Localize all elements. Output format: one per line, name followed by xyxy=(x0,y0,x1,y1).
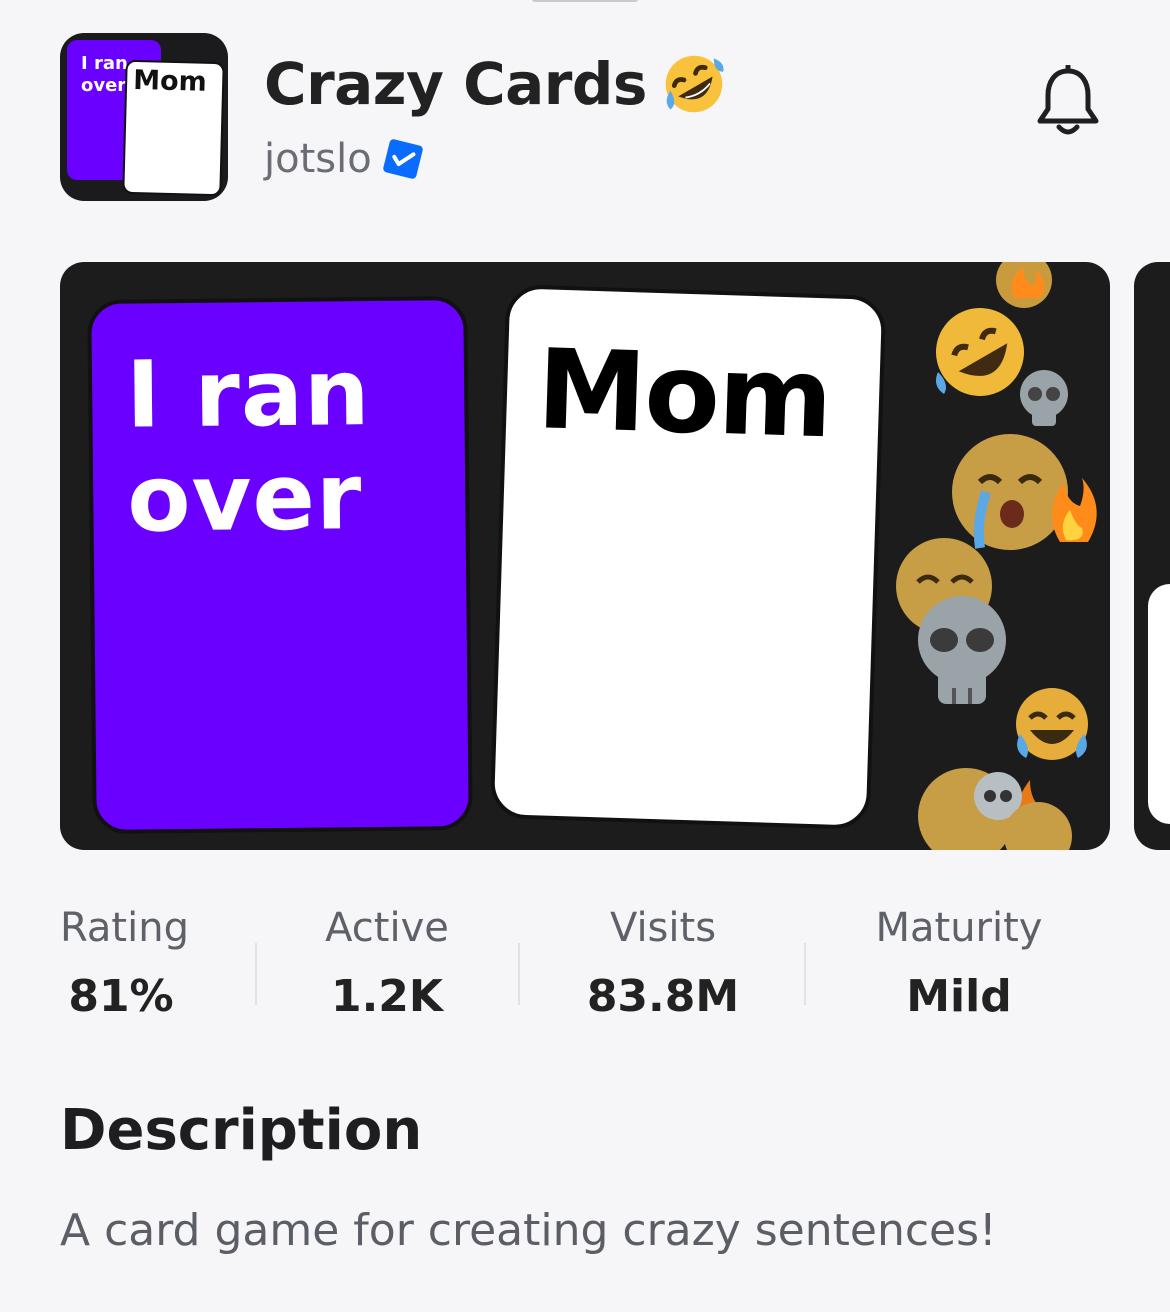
stat-maturity[interactable]: Maturity Mild xyxy=(868,905,1050,1022)
stat-label: Rating xyxy=(60,905,189,951)
stat-value: 83.8M xyxy=(586,971,740,1022)
skull-emoji-icon xyxy=(918,596,1006,704)
verified-badge-icon xyxy=(382,138,424,180)
creator-row[interactable]: jotslo xyxy=(264,136,424,182)
stat-rating: Rating 81% xyxy=(60,905,189,1022)
screenshot-carousel[interactable]: I ran over Mom xyxy=(60,262,1170,850)
stat-divider xyxy=(255,943,257,1005)
stat-value: Mild xyxy=(906,971,1012,1022)
stat-divider xyxy=(518,943,520,1005)
thumbnail-purple-card-text: I ran over xyxy=(125,339,371,553)
game-title-row: Crazy Cards xyxy=(264,50,727,118)
thumbnail-white-card: Mom xyxy=(489,284,887,830)
description-text: A card game for creating crazy sentences… xyxy=(60,1205,997,1256)
thumbnail-white-card-text: Mom xyxy=(535,325,833,463)
bell-icon xyxy=(1037,65,1099,135)
stat-label: Maturity xyxy=(875,905,1043,951)
thumbnail-purple-card: I ran over xyxy=(87,296,473,834)
screenshot-thumbnail[interactable]: I ran over Mom xyxy=(60,262,1110,850)
crying-emoji-icon xyxy=(918,768,1072,850)
description-heading: Description xyxy=(60,1098,423,1163)
creator-name[interactable]: jotslo xyxy=(264,136,372,182)
rolling-on-floor-laughing-emoji-icon xyxy=(665,55,724,113)
icon-white-card-text: Mom xyxy=(132,64,208,98)
stat-divider xyxy=(804,943,806,1005)
icon-purple-card-text: I ran over xyxy=(81,53,128,96)
stat-label: Active xyxy=(325,905,449,951)
game-title: Crazy Cards xyxy=(264,50,647,118)
stats-row: Rating 81% Active 1.2K Visits 83.8M Matu… xyxy=(0,905,1170,1045)
next-thumbnail-card xyxy=(1148,584,1170,824)
next-screenshot-thumbnail[interactable] xyxy=(1134,262,1170,850)
stat-value: 1.2K xyxy=(330,971,444,1022)
game-header: I ran over Mom Crazy Cards jotslo xyxy=(0,0,1170,230)
stat-value: 81% xyxy=(68,971,174,1022)
notification-bell-button[interactable] xyxy=(1030,62,1106,142)
stat-active: Active 1.2K xyxy=(316,905,458,1022)
icon-white-card: Mom xyxy=(124,61,223,195)
stat-visits: Visits 83.8M xyxy=(582,905,744,1022)
game-icon[interactable]: I ran over Mom xyxy=(60,33,228,201)
stat-label: Visits xyxy=(609,905,717,951)
